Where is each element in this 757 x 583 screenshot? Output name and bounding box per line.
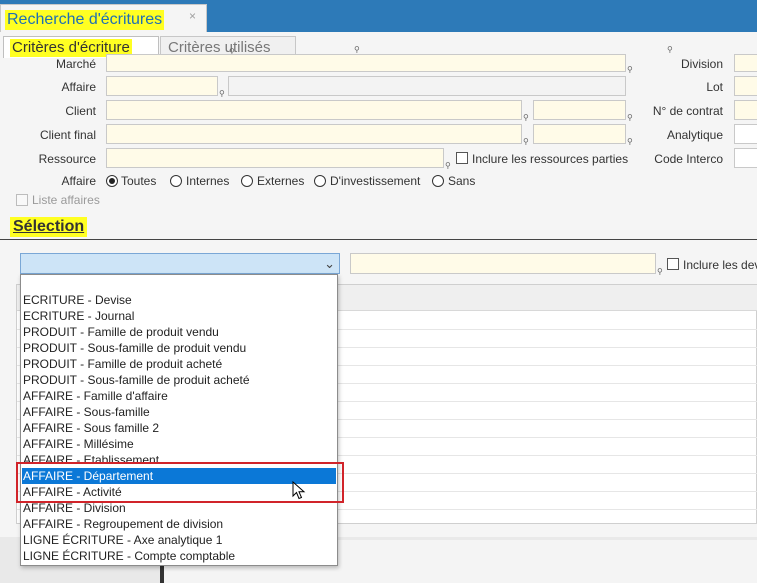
pin-icon[interactable]: ⚲ bbox=[627, 114, 633, 122]
selection-title: Sélection bbox=[10, 217, 88, 237]
inclure-ressources-checkbox[interactable] bbox=[456, 152, 468, 164]
list-item[interactable]: AFFAIRE - Sous famille 2 bbox=[22, 420, 336, 436]
list-item[interactable]: PRODUIT - Sous-famille de produit acheté bbox=[22, 372, 336, 388]
client-final-input[interactable] bbox=[106, 124, 522, 144]
marche-label: Marché bbox=[55, 57, 96, 71]
division-input[interactable] bbox=[734, 54, 757, 72]
selection-value-input[interactable] bbox=[350, 253, 656, 274]
pin-icon[interactable]: ⚲ bbox=[219, 90, 225, 98]
radio-internes-label: Internes bbox=[186, 174, 230, 188]
pin-icon[interactable]: ⚲ bbox=[523, 114, 529, 122]
inclure-devises-label: Inclure les dev bbox=[683, 258, 757, 272]
list-item[interactable]: PRODUIT - Sous-famille de produit vendu bbox=[22, 340, 336, 356]
selection-dropdown-list: ECRITURE - Devise ECRITURE - Journal PRO… bbox=[20, 274, 338, 566]
radio-toutes[interactable] bbox=[106, 175, 118, 187]
window-tab[interactable]: Recherche d'écritures × bbox=[0, 4, 207, 32]
radio-externes-label: Externes bbox=[257, 174, 305, 188]
affaire-label: Affaire bbox=[61, 80, 96, 94]
close-icon[interactable]: × bbox=[189, 9, 196, 23]
contrat-input[interactable] bbox=[734, 100, 757, 120]
code-interco-input[interactable] bbox=[734, 148, 757, 168]
ressource-input[interactable] bbox=[106, 148, 444, 168]
client-final-label: Client final bbox=[39, 128, 96, 142]
selection-combo[interactable]: ⌄ bbox=[20, 253, 340, 274]
list-item[interactable]: AFFAIRE - Famille d'affaire bbox=[22, 388, 336, 404]
section-divider bbox=[0, 239, 757, 240]
pin-icon[interactable]: ⚲ bbox=[445, 162, 451, 170]
liste-affaires-checkbox[interactable] bbox=[16, 194, 28, 206]
list-item[interactable]: ECRITURE - Journal bbox=[22, 308, 336, 324]
radio-investissement-label: D'investissement bbox=[330, 174, 421, 188]
client-code-input[interactable] bbox=[533, 100, 626, 120]
radio-internes[interactable] bbox=[170, 175, 182, 187]
radio-investissement[interactable] bbox=[314, 175, 326, 187]
contrat-label: N° de contrat bbox=[652, 104, 723, 118]
analytique-label: Analytique bbox=[666, 128, 723, 142]
ressource-label: Ressource bbox=[38, 152, 96, 166]
client-label: Client bbox=[65, 104, 96, 118]
division-label: Division bbox=[680, 57, 723, 71]
code-interco-label: Code Interco bbox=[654, 152, 723, 166]
list-item[interactable]: AFFAIRE - Millésime bbox=[22, 436, 336, 452]
lot-input[interactable] bbox=[734, 76, 757, 96]
list-item[interactable]: ECRITURE - Devise bbox=[22, 292, 336, 308]
chevron-down-icon[interactable]: ⌄ bbox=[324, 255, 335, 272]
radio-toutes-label: Toutes bbox=[121, 174, 157, 188]
pin-icon[interactable]: ⚲ bbox=[523, 138, 529, 146]
list-item[interactable]: PRODUIT - Famille de produit vendu bbox=[22, 324, 336, 340]
radio-sans-label: Sans bbox=[448, 174, 476, 188]
analytique-input[interactable] bbox=[734, 124, 757, 144]
list-item[interactable]: AFFAIRE - Regroupement de division bbox=[22, 516, 336, 532]
radio-externes[interactable] bbox=[241, 175, 253, 187]
lot-label: Lot bbox=[706, 80, 723, 94]
pin-icon[interactable]: ⚲ bbox=[354, 46, 360, 54]
liste-affaires-label: Liste affaires bbox=[32, 193, 100, 207]
list-item[interactable]: PRODUIT - Famille de produit acheté bbox=[22, 356, 336, 372]
pin-icon[interactable]: ⚲ bbox=[627, 66, 633, 74]
radio-sans[interactable] bbox=[432, 175, 444, 187]
affaire-libelle-field bbox=[228, 76, 626, 96]
affaire-input[interactable] bbox=[106, 76, 218, 96]
window-tab-title: Recherche d'écritures bbox=[5, 10, 165, 30]
mouse-cursor-icon bbox=[292, 481, 306, 500]
client-final-code-input[interactable] bbox=[533, 124, 626, 144]
list-item[interactable]: AFFAIRE - Sous-famille bbox=[22, 404, 336, 420]
inclure-devises-checkbox[interactable] bbox=[667, 258, 679, 270]
list-item[interactable]: LIGNE ÉCRITURE - Compte comptable bbox=[22, 548, 336, 564]
pin-icon[interactable]: ⚲ bbox=[667, 46, 673, 54]
marche-input[interactable] bbox=[106, 54, 626, 72]
inclure-ressources-label: Inclure les ressources parties bbox=[472, 152, 629, 166]
affaire-type-label: Affaire bbox=[61, 174, 96, 188]
pin-icon[interactable]: ⚲ bbox=[657, 268, 663, 276]
pin-icon[interactable]: ⚲ bbox=[627, 138, 633, 146]
client-input[interactable] bbox=[106, 100, 522, 120]
list-item[interactable]: LIGNE ÉCRITURE - Axe analytique 1 bbox=[22, 532, 336, 548]
